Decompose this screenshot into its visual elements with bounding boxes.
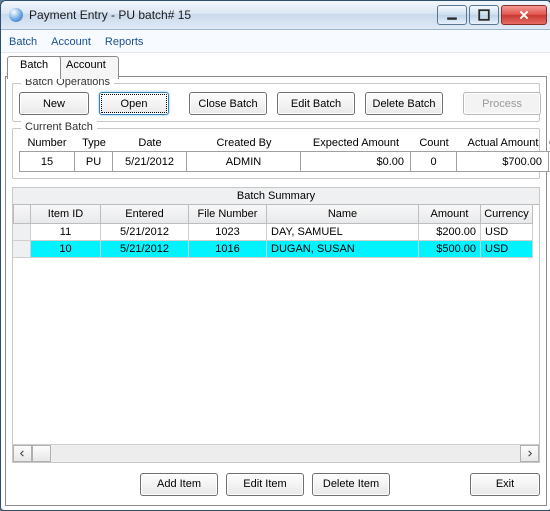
tab-active-underline (8, 76, 53, 77)
app-icon (9, 8, 23, 22)
row-header (13, 241, 31, 258)
window-title: Payment Entry - PU batch# 15 (29, 8, 435, 22)
minimize-button[interactable] (437, 5, 467, 25)
group-title-current-batch: Current Batch (21, 121, 97, 133)
table-row[interactable]: 105/21/20121016DUGAN, SUSAN$500.00USD (13, 241, 539, 258)
cell-item-id: 10 (31, 241, 101, 258)
menu-batch[interactable]: Batch (9, 36, 37, 48)
summary-body: 115/21/20121023DAY, SAMUEL$200.00USD105/… (13, 224, 539, 444)
delete-item-button[interactable]: Delete Item (312, 473, 390, 496)
col-file-no[interactable]: File Number (189, 205, 267, 224)
close-button[interactable] (501, 5, 547, 25)
col-amount[interactable]: Amount (419, 205, 481, 224)
value-date: 5/21/2012 (113, 151, 187, 172)
table-row[interactable]: 115/21/20121023DAY, SAMUEL$200.00USD (13, 224, 539, 241)
cell-currency: USD (481, 241, 533, 258)
col-item-id[interactable]: Item ID (31, 205, 101, 224)
label-actual: Actual Amount (457, 137, 549, 151)
delete-batch-button[interactable]: Delete Batch (365, 92, 443, 115)
value-expected: $0.00 (301, 151, 411, 172)
value-created-by: ADMIN (187, 151, 301, 172)
process-button: Process (463, 92, 541, 115)
cell-amount: $500.00 (419, 241, 481, 258)
label-expected: Expected Amount (301, 137, 411, 151)
row-header (13, 224, 31, 241)
value-actual: $700.00 (457, 151, 549, 172)
app-window: Payment Entry - PU batch# 15 Batch Accou… (0, 0, 550, 511)
label-type: Type (75, 137, 113, 151)
label-count1: Count (411, 137, 457, 151)
add-item-button[interactable]: Add Item (140, 473, 218, 496)
exit-button[interactable]: Exit (470, 473, 540, 496)
value-number: 15 (19, 151, 75, 172)
cell-entered: 5/21/2012 (101, 224, 189, 241)
tab-content: Batch Operations New Open Close Batch Ed… (5, 77, 547, 506)
col-name[interactable]: Name (267, 205, 419, 224)
cell-amount: $200.00 (419, 224, 481, 241)
cell-entered: 5/21/2012 (101, 241, 189, 258)
group-batch-operations: Batch Operations New Open Close Batch Ed… (12, 83, 540, 122)
cell-currency: USD (481, 224, 533, 241)
cell-name: DAY, SAMUEL (267, 224, 419, 241)
label-number: Number (19, 137, 75, 151)
edit-batch-button[interactable]: Edit Batch (277, 92, 355, 115)
close-batch-button[interactable]: Close Batch (189, 92, 267, 115)
cell-item-id: 11 (31, 224, 101, 241)
col-rowselect[interactable] (13, 205, 31, 224)
summary-header-row: Item ID Entered File Number Name Amount … (13, 205, 539, 224)
label-created-by: Created By (187, 137, 301, 151)
edit-item-button[interactable]: Edit Item (226, 473, 304, 496)
label-date: Date (113, 137, 187, 151)
open-button[interactable]: Open (99, 92, 169, 115)
new-button[interactable]: New (19, 92, 89, 115)
col-currency[interactable]: Currency (481, 205, 533, 224)
cell-file-no: 1023 (189, 224, 267, 241)
menubar: Batch Account Reports (1, 30, 550, 53)
scroll-track[interactable] (51, 446, 520, 461)
value-type: PU (75, 151, 113, 172)
cell-name: DUGAN, SUSAN (267, 241, 419, 258)
menu-reports[interactable]: Reports (105, 36, 144, 48)
scroll-right-button[interactable] (520, 445, 539, 462)
value-count1: 0 (411, 151, 457, 172)
tab-account[interactable]: Account (53, 56, 119, 79)
scroll-left-button[interactable] (13, 445, 32, 462)
cell-file-no: 1016 (189, 241, 267, 258)
group-current-batch: Current Batch Number Type Date Created B… (12, 128, 540, 179)
horizontal-scrollbar[interactable] (13, 444, 539, 462)
menu-account[interactable]: Account (51, 36, 91, 48)
scroll-thumb[interactable] (32, 445, 51, 462)
batch-summary-title: Batch Summary (13, 188, 539, 205)
footer-buttons: Add Item Edit Item Delete Item Exit (12, 463, 540, 499)
titlebar: Payment Entry - PU batch# 15 (1, 1, 550, 30)
window-controls (435, 5, 547, 25)
current-batch-grid: Number Type Date Created By Expected Amo… (19, 137, 533, 172)
col-entered[interactable]: Entered (101, 205, 189, 224)
batch-summary: Batch Summary Item ID Entered File Numbe… (12, 187, 540, 463)
maximize-button[interactable] (469, 5, 499, 25)
batch-ops-buttons: New Open Close Batch Edit Batch Delete B… (19, 92, 533, 115)
tabstrip: Batch Account (5, 55, 547, 77)
